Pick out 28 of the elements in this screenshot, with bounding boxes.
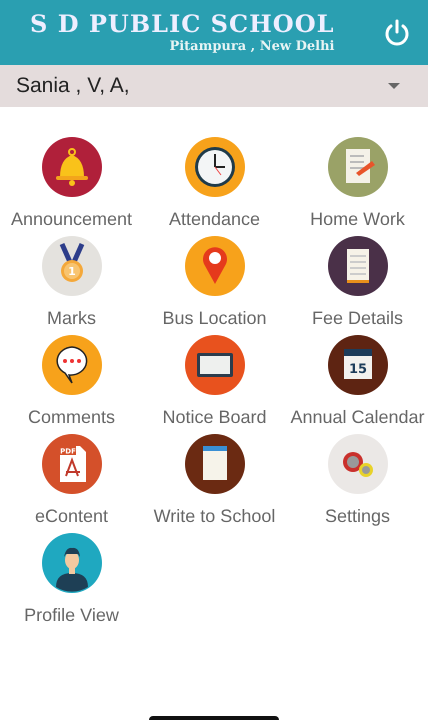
menu-item[interactable]: Settings [286, 434, 428, 526]
menu-item[interactable]: Announcement [0, 137, 143, 229]
person-icon [42, 533, 102, 593]
caret-icon [388, 83, 400, 89]
menu-item[interactable]: Fee Details [286, 236, 428, 328]
notepad-icon [328, 236, 388, 296]
menu-item[interactable]: Write to School [143, 434, 286, 526]
bell-icon [42, 137, 102, 197]
note-icon [184, 434, 244, 494]
medal-icon: 1 [42, 236, 102, 296]
school-location: Pitampura , New Delhi [169, 38, 334, 56]
menu-item[interactable]: Bus Location [143, 236, 286, 328]
menu-item[interactable]: Comments [0, 335, 143, 427]
clock-icon [184, 137, 244, 197]
student-dropdown[interactable]: Sania , V, A, [0, 65, 428, 107]
gears-icon [328, 434, 388, 494]
menu-item[interactable]: Profile View [0, 533, 143, 625]
calendar-icon: 15 [328, 335, 388, 395]
menu-item[interactable]: 1 Marks [0, 236, 143, 328]
tablet-icon [184, 335, 244, 395]
document-pencil-icon [328, 137, 388, 197]
location-pin-icon [184, 236, 244, 296]
speech-bubble-icon [42, 335, 102, 395]
menu-item[interactable]: Home Work [286, 137, 428, 229]
school-title: S D PUBLIC SCHOOL [30, 10, 334, 38]
menu-item[interactable]: Notice Board [143, 335, 286, 427]
menu-item[interactable]: 15 Annual Calendar [286, 335, 428, 427]
menu-item[interactable]: Attendance [143, 137, 286, 229]
